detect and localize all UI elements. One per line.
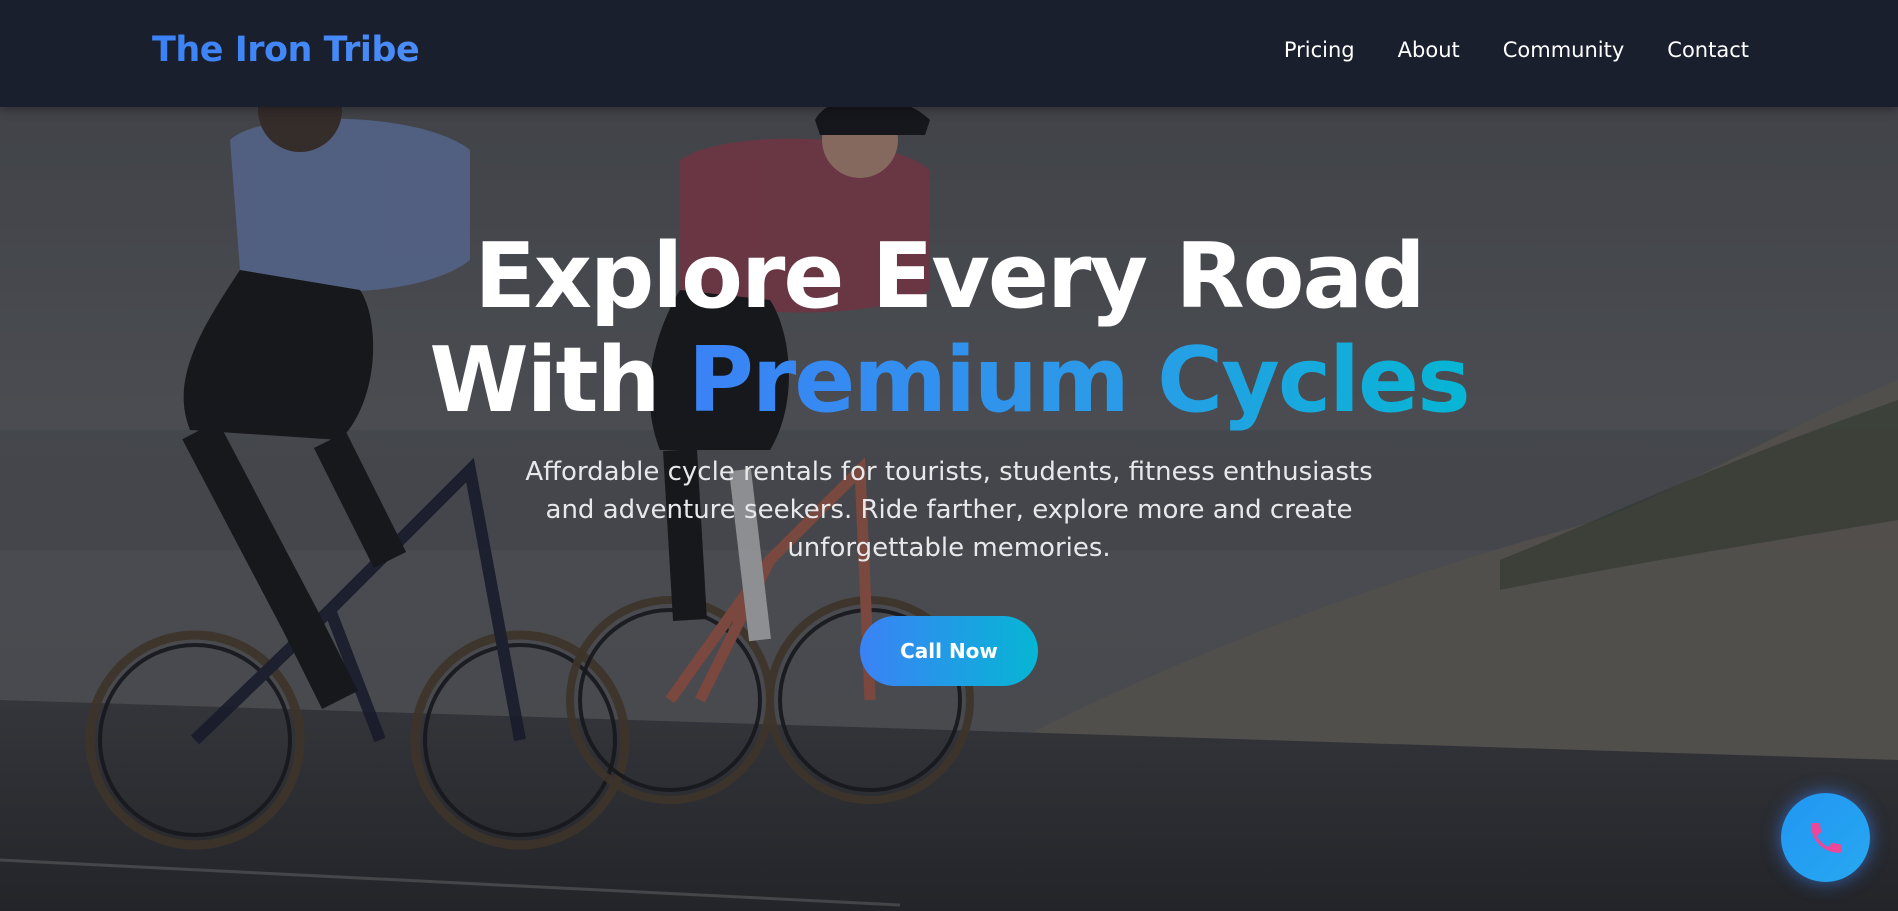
headline-line-1: Explore Every Road — [474, 224, 1425, 329]
hero-section: Explore Every Road With Premium Cycles A… — [0, 225, 1898, 686]
nav-link-community[interactable]: Community — [1503, 38, 1625, 62]
headline-accent: Premium Cycles — [687, 328, 1471, 433]
nav-menu: Pricing About Community Contact — [1284, 38, 1749, 62]
nav-link-about[interactable]: About — [1398, 38, 1460, 62]
headline-line-2-prefix: With — [429, 328, 688, 433]
navbar: The Iron Tribe Pricing About Community C… — [0, 0, 1898, 107]
brand-logo[interactable]: The Iron Tribe — [152, 30, 420, 70]
call-now-button[interactable]: Call Now — [860, 616, 1038, 686]
hero-subtitle: Affordable cycle rentals for tourists, s… — [525, 457, 1373, 563]
headline-line-2: With Premium Cycles — [0, 329, 1898, 433]
floating-call-button[interactable] — [1781, 793, 1870, 882]
nav-link-contact[interactable]: Contact — [1667, 38, 1749, 62]
phone-icon — [1810, 822, 1841, 853]
hero-headline: Explore Every Road With Premium Cycles — [0, 225, 1898, 433]
nav-link-pricing[interactable]: Pricing — [1284, 38, 1355, 62]
